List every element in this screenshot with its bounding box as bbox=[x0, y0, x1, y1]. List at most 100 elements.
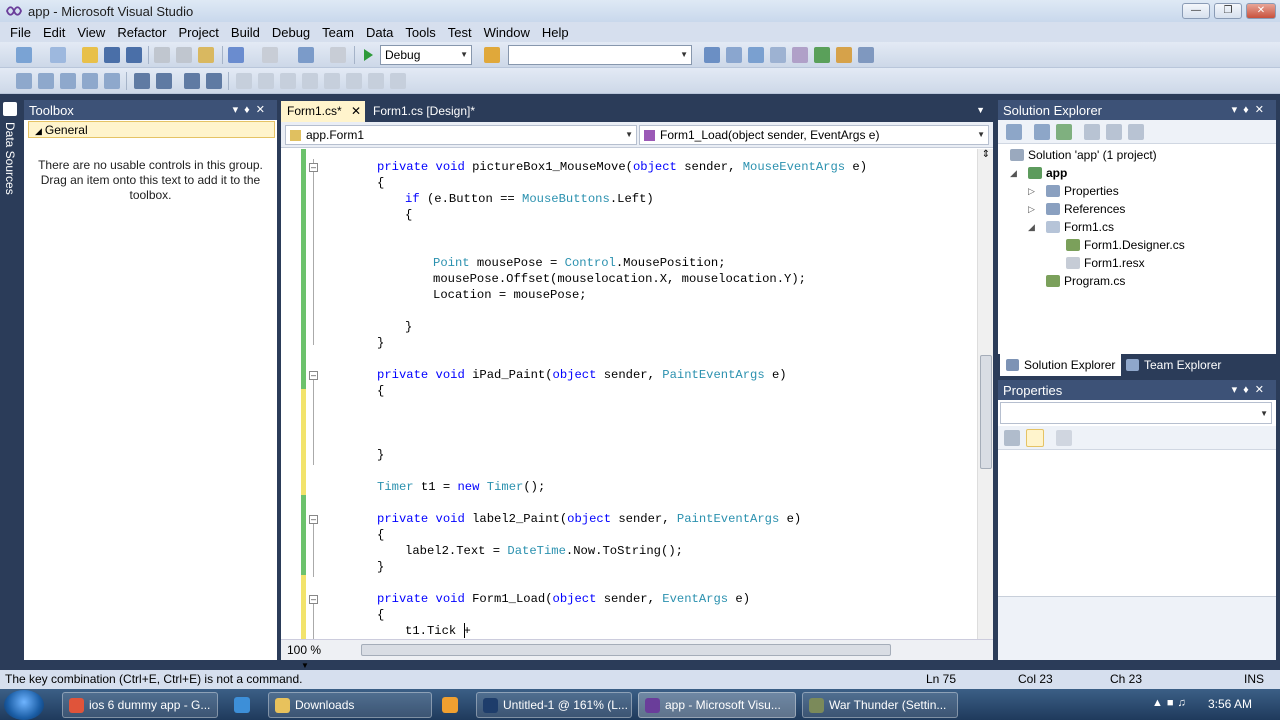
collapse-region-icon[interactable]: – bbox=[309, 163, 318, 172]
find-in-files-icon[interactable] bbox=[484, 47, 500, 63]
redo-icon[interactable] bbox=[262, 47, 278, 63]
collapse-triangle-icon[interactable]: ◢ bbox=[1010, 168, 1017, 179]
refresh-icon[interactable] bbox=[1056, 124, 1072, 140]
minimize-button[interactable]: — bbox=[1182, 3, 1210, 19]
collapse-region-icon[interactable]: – bbox=[309, 371, 318, 380]
maximize-button[interactable]: ❐ bbox=[1214, 3, 1242, 19]
menu-tools[interactable]: Tools bbox=[399, 25, 441, 40]
solution-explorer-icon[interactable] bbox=[704, 47, 720, 63]
paste-icon[interactable] bbox=[198, 47, 214, 63]
indent-icon[interactable] bbox=[184, 73, 200, 89]
dropdown-icon[interactable]: ▾ bbox=[1232, 104, 1244, 116]
alphabetical-icon[interactable] bbox=[1026, 429, 1044, 447]
close-icon[interactable]: ✕ bbox=[1255, 104, 1270, 116]
tab-form1-cs[interactable]: Form1.cs* ✕ bbox=[281, 101, 365, 122]
cut-icon[interactable] bbox=[154, 47, 170, 63]
start-button-icon[interactable] bbox=[4, 690, 44, 720]
taskbar-pin-ie[interactable] bbox=[228, 693, 256, 717]
taskbar-item-visual-studio[interactable]: app - Microsoft Visu... bbox=[638, 692, 796, 718]
close-button[interactable]: ✕ bbox=[1246, 3, 1276, 19]
previous-bookmark-icon[interactable] bbox=[258, 73, 274, 89]
view-class-diagram-icon[interactable] bbox=[1128, 124, 1144, 140]
outdent-icon[interactable] bbox=[104, 73, 120, 89]
data-sources-tab[interactable]: Data Sources bbox=[3, 122, 17, 195]
close-tab-icon[interactable]: ✕ bbox=[351, 104, 361, 118]
taskbar-item-chrome[interactable]: ios 6 dummy app - G... bbox=[62, 692, 218, 718]
object-selector-dropdown[interactable]: ▼ bbox=[1000, 402, 1272, 424]
tree-project[interactable]: app bbox=[1028, 164, 1067, 182]
taskbar-pin-media[interactable] bbox=[436, 693, 464, 717]
data-sources-icon[interactable] bbox=[3, 102, 17, 116]
quick-info-icon[interactable] bbox=[60, 73, 76, 89]
split-handle-icon[interactable]: ⇕ bbox=[980, 149, 992, 161]
close-icon[interactable]: ✕ bbox=[256, 104, 271, 116]
tab-form1-design[interactable]: Form1.cs [Design]* bbox=[367, 101, 487, 122]
next-bookmark-icon[interactable] bbox=[280, 73, 296, 89]
new-project-icon[interactable] bbox=[16, 47, 32, 63]
comment-out-icon[interactable] bbox=[134, 73, 150, 89]
toolbox-icon[interactable] bbox=[770, 47, 786, 63]
tree-item-program[interactable]: Program.cs bbox=[1046, 272, 1125, 290]
collapse-region-icon[interactable]: – bbox=[309, 595, 318, 604]
tree-solution[interactable]: Solution 'app' (1 project) bbox=[1010, 146, 1157, 164]
start-debugging-icon[interactable] bbox=[360, 47, 376, 63]
code-text-area[interactable]: – – – – private void pictureBox1_MouseMo… bbox=[281, 149, 977, 639]
next-bookmark-in-folder-icon[interactable] bbox=[324, 73, 340, 89]
menu-edit[interactable]: Edit bbox=[37, 25, 71, 40]
find-combobox[interactable]: ▼ bbox=[508, 45, 692, 65]
object-browser-icon[interactable] bbox=[748, 47, 764, 63]
navigate-forward-icon[interactable] bbox=[330, 47, 346, 63]
vertical-scrollbar[interactable]: ⇕ bbox=[977, 149, 993, 639]
menu-refactor[interactable]: Refactor bbox=[111, 25, 172, 40]
copy-icon[interactable] bbox=[176, 47, 192, 63]
start-page-icon[interactable] bbox=[814, 47, 830, 63]
menu-test[interactable]: Test bbox=[442, 25, 478, 40]
tree-item-references[interactable]: References bbox=[1046, 200, 1125, 218]
display-object-member-list-icon[interactable] bbox=[16, 73, 32, 89]
menu-project[interactable]: Project bbox=[172, 25, 224, 40]
menu-data[interactable]: Data bbox=[360, 25, 399, 40]
parameter-info-icon[interactable] bbox=[38, 73, 54, 89]
menu-debug[interactable]: Debug bbox=[266, 25, 316, 40]
zoom-dropdown[interactable]: 100 % ▼ bbox=[283, 642, 341, 670]
solution-configuration-select[interactable]: Debug ▼ bbox=[380, 45, 472, 65]
vertical-scroll-thumb[interactable] bbox=[980, 355, 992, 469]
command-window-icon[interactable] bbox=[836, 47, 852, 63]
tree-item-form1-designer[interactable]: Form1.Designer.cs bbox=[1066, 236, 1185, 254]
properties-window-icon[interactable] bbox=[726, 47, 742, 63]
dropdown-icon[interactable]: ▾ bbox=[1232, 384, 1244, 396]
toggle-bookmark-icon[interactable] bbox=[236, 73, 252, 89]
menu-help[interactable]: Help bbox=[536, 25, 575, 40]
tree-item-properties[interactable]: Properties bbox=[1046, 182, 1119, 200]
undo-icon[interactable] bbox=[228, 47, 244, 63]
tab-overflow-icon[interactable]: ▼ bbox=[976, 105, 985, 115]
word-completion-icon[interactable] bbox=[82, 73, 98, 89]
system-tray[interactable]: ▲■♫ bbox=[1152, 697, 1190, 709]
menu-team[interactable]: Team bbox=[316, 25, 360, 40]
menu-build[interactable]: Build bbox=[225, 25, 266, 40]
taskbar-clock[interactable]: 3:56 AM bbox=[1208, 697, 1252, 711]
next-bookmark-in-document-icon[interactable] bbox=[368, 73, 384, 89]
pin-icon[interactable]: ♦ bbox=[1243, 384, 1255, 396]
horizontal-scroll-thumb[interactable] bbox=[361, 644, 891, 656]
expand-triangle-icon[interactable]: ▷ bbox=[1028, 204, 1035, 215]
collapse-region-icon[interactable]: – bbox=[309, 515, 318, 524]
clear-bookmarks-icon[interactable] bbox=[390, 73, 406, 89]
taskbar-item-war-thunder[interactable]: War Thunder (Settin... bbox=[802, 692, 958, 718]
tree-item-form1-resx[interactable]: Form1.resx bbox=[1066, 254, 1145, 272]
collapse-triangle-icon[interactable]: ◢ bbox=[1028, 222, 1035, 233]
tab-solution-explorer[interactable]: Solution Explorer bbox=[1000, 354, 1122, 376]
dropdown-icon[interactable]: ▾ bbox=[233, 104, 245, 116]
view-designer-icon[interactable] bbox=[1106, 124, 1122, 140]
taskbar-item-photoshop[interactable]: Untitled-1 @ 161% (L... bbox=[476, 692, 632, 718]
extension-manager-icon[interactable] bbox=[792, 47, 808, 63]
tree-item-form1[interactable]: Form1.cs bbox=[1046, 218, 1114, 236]
previous-bookmark-in-document-icon[interactable] bbox=[346, 73, 362, 89]
property-pages-icon[interactable] bbox=[1056, 430, 1072, 446]
pin-icon[interactable]: ♦ bbox=[244, 104, 256, 116]
uncomment-icon[interactable] bbox=[156, 73, 172, 89]
save-icon[interactable] bbox=[104, 47, 120, 63]
previous-bookmark-in-folder-icon[interactable] bbox=[302, 73, 318, 89]
expand-triangle-icon[interactable]: ▷ bbox=[1028, 186, 1035, 197]
member-dropdown[interactable]: Form1_Load(object sender, EventArgs e) ▼ bbox=[639, 125, 989, 145]
